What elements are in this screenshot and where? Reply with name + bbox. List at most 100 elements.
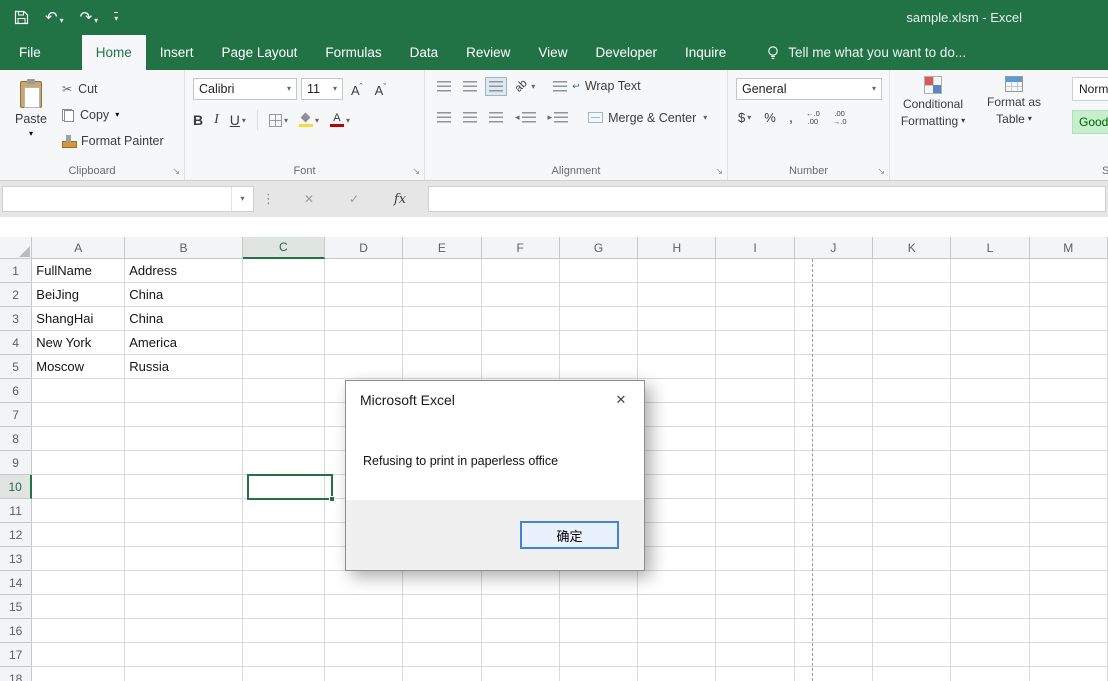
- cell-K17[interactable]: [873, 643, 951, 667]
- cell-B5[interactable]: Russia: [125, 355, 242, 379]
- cell-A9[interactable]: [32, 451, 125, 475]
- undo-button[interactable]: ↶ ▾: [45, 10, 64, 25]
- cell-F15[interactable]: [482, 595, 560, 619]
- cell-H5[interactable]: [638, 355, 716, 379]
- cell-M1[interactable]: [1030, 259, 1108, 283]
- merge-center-dropdown-icon[interactable]: ▾: [703, 113, 707, 122]
- cell-A2[interactable]: BeiJing: [32, 283, 125, 307]
- cell-E17[interactable]: [403, 643, 481, 667]
- cell-G18[interactable]: [560, 667, 638, 681]
- cell-M12[interactable]: [1030, 523, 1108, 547]
- borders-dropdown-icon[interactable]: ▾: [284, 116, 288, 125]
- row-header-8[interactable]: 8: [0, 427, 32, 451]
- cell-A6[interactable]: [32, 379, 125, 403]
- clipboard-dialog-launcher-icon[interactable]: ↘: [172, 166, 180, 177]
- cell-I2[interactable]: [716, 283, 794, 307]
- cell-J7[interactable]: [795, 403, 873, 427]
- cell-B18[interactable]: [125, 667, 242, 681]
- column-header-A[interactable]: A: [32, 237, 125, 259]
- cell-G16[interactable]: [560, 619, 638, 643]
- column-header-B[interactable]: B: [125, 237, 242, 259]
- cell-C15[interactable]: [243, 595, 325, 619]
- cell-I11[interactable]: [716, 499, 794, 523]
- paste-dropdown-icon[interactable]: ▾: [29, 130, 33, 138]
- cell-J16[interactable]: [795, 619, 873, 643]
- fill-color-button[interactable]: ▾: [299, 113, 319, 127]
- row-header-7[interactable]: 7: [0, 403, 32, 427]
- name-box-dropdown-icon[interactable]: ▾: [231, 187, 253, 211]
- cell-D3[interactable]: [325, 307, 403, 331]
- cell-H16[interactable]: [638, 619, 716, 643]
- cell-L9[interactable]: [951, 451, 1029, 475]
- cell-K11[interactable]: [873, 499, 951, 523]
- column-header-H[interactable]: H: [638, 237, 716, 259]
- cell-B17[interactable]: [125, 643, 242, 667]
- align-left-button[interactable]: [433, 108, 455, 127]
- row-header-13[interactable]: 13: [0, 547, 32, 571]
- cell-I18[interactable]: [716, 667, 794, 681]
- cell-C17[interactable]: [243, 643, 325, 667]
- format-as-table-dropdown-icon[interactable]: ▾: [1028, 115, 1032, 123]
- cell-H11[interactable]: [638, 499, 716, 523]
- column-header-M[interactable]: M: [1030, 237, 1108, 259]
- cell-A4[interactable]: New York: [32, 331, 125, 355]
- cell-K13[interactable]: [873, 547, 951, 571]
- font-family-dropdown-icon[interactable]: ▾: [287, 85, 291, 93]
- cell-G3[interactable]: [560, 307, 638, 331]
- row-header-11[interactable]: 11: [0, 499, 32, 523]
- cell-L7[interactable]: [951, 403, 1029, 427]
- cell-A15[interactable]: [32, 595, 125, 619]
- row-header-18[interactable]: 18: [0, 667, 32, 681]
- cell-E14[interactable]: [403, 571, 481, 595]
- cell-F3[interactable]: [482, 307, 560, 331]
- cell-I14[interactable]: [716, 571, 794, 595]
- cell-J3[interactable]: [795, 307, 873, 331]
- cell-K7[interactable]: [873, 403, 951, 427]
- dialog-ok-button[interactable]: 确定: [520, 521, 619, 549]
- cell-A8[interactable]: [32, 427, 125, 451]
- row-header-12[interactable]: 12: [0, 523, 32, 547]
- cell-A16[interactable]: [32, 619, 125, 643]
- cell-H4[interactable]: [638, 331, 716, 355]
- cell-I9[interactable]: [716, 451, 794, 475]
- cell-F1[interactable]: [482, 259, 560, 283]
- cell-C4[interactable]: [243, 331, 325, 355]
- cell-B9[interactable]: [125, 451, 242, 475]
- cell-M5[interactable]: [1030, 355, 1108, 379]
- cell-B13[interactable]: [125, 547, 242, 571]
- cell-G1[interactable]: [560, 259, 638, 283]
- column-header-G[interactable]: G: [560, 237, 638, 259]
- cell-I8[interactable]: [716, 427, 794, 451]
- cell-C7[interactable]: [243, 403, 325, 427]
- cell-F4[interactable]: [482, 331, 560, 355]
- column-header-D[interactable]: D: [325, 237, 403, 259]
- cell-J9[interactable]: [795, 451, 873, 475]
- cell-H14[interactable]: [638, 571, 716, 595]
- customize-quick-access-icon[interactable]: ▾: [114, 12, 118, 23]
- cell-I10[interactable]: [716, 475, 794, 499]
- cell-H3[interactable]: [638, 307, 716, 331]
- cell-K1[interactable]: [873, 259, 951, 283]
- cell-B16[interactable]: [125, 619, 242, 643]
- decrease-font-size-button[interactable]: A ˇ: [371, 81, 391, 100]
- row-header-15[interactable]: 15: [0, 595, 32, 619]
- decrease-decimal-button[interactable]: .00 →.0: [833, 110, 847, 125]
- cell-I1[interactable]: [716, 259, 794, 283]
- insert-function-button[interactable]: fx: [387, 186, 413, 212]
- cell-E2[interactable]: [403, 283, 481, 307]
- accounting-format-button[interactable]: $ ▾: [738, 110, 751, 125]
- row-header-9[interactable]: 9: [0, 451, 32, 475]
- font-dialog-launcher-icon[interactable]: ↘: [412, 166, 420, 177]
- cell-B11[interactable]: [125, 499, 242, 523]
- cell-B4[interactable]: America: [125, 331, 242, 355]
- cell-J11[interactable]: [795, 499, 873, 523]
- cell-L14[interactable]: [951, 571, 1029, 595]
- tell-me-box[interactable]: Tell me what you want to do...: [766, 35, 966, 70]
- row-header-1[interactable]: 1: [0, 259, 32, 283]
- cell-M10[interactable]: [1030, 475, 1108, 499]
- cell-B3[interactable]: China: [125, 307, 242, 331]
- cell-L18[interactable]: [951, 667, 1029, 681]
- cell-L10[interactable]: [951, 475, 1029, 499]
- cell-G17[interactable]: [560, 643, 638, 667]
- cell-I15[interactable]: [716, 595, 794, 619]
